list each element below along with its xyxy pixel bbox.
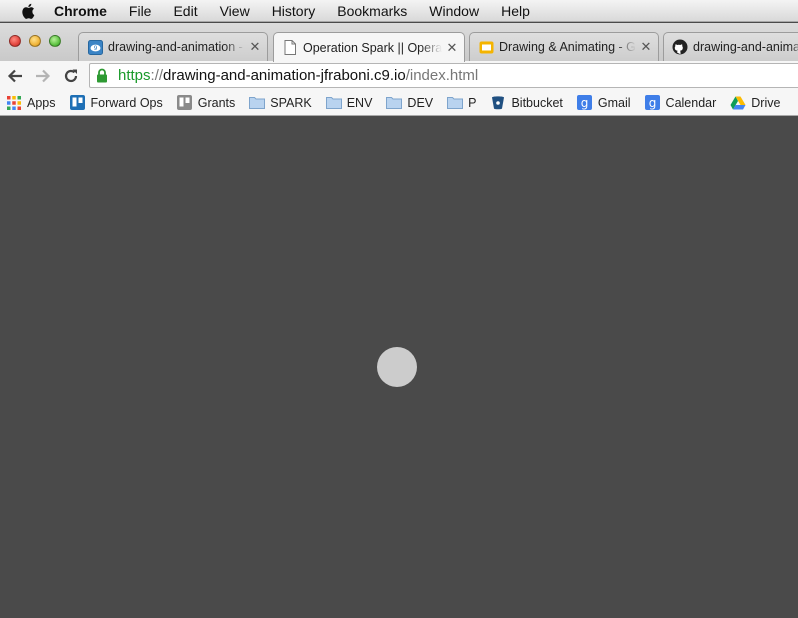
- close-tab-icon[interactable]: ✕: [249, 39, 261, 55]
- animated-ball: [377, 347, 417, 387]
- cloud9-icon: 9: [87, 39, 103, 55]
- url-host: drawing-and-animation-jfraboni.c9.io: [163, 67, 406, 84]
- bookmark-label: Grants: [197, 95, 236, 110]
- folder-icon: [325, 95, 342, 111]
- apps-grid-icon: [6, 95, 22, 111]
- tab-title: drawing-and-animation -: [108, 40, 243, 54]
- close-window-button[interactable]: [9, 35, 21, 47]
- back-button[interactable]: [2, 63, 28, 89]
- bookmark-calendar[interactable]: g Calendar: [639, 95, 725, 111]
- tab-title: Drawing & Animating - Go: [499, 40, 636, 54]
- trello-gray-icon: [177, 95, 193, 111]
- folder-icon: [447, 95, 464, 111]
- forward-button[interactable]: [30, 63, 56, 89]
- bookmark-label: ENV: [346, 95, 373, 110]
- trello-icon: [70, 95, 86, 111]
- bookmark-gmail[interactable]: g Gmail: [571, 95, 639, 111]
- bookmark-label: Calendar: [665, 95, 717, 110]
- bookmark-label: SPARK: [270, 95, 312, 110]
- tab-operation-spark[interactable]: Operation Spark || Operati ✕: [273, 32, 465, 62]
- bookmark-grants[interactable]: Grants: [171, 95, 244, 111]
- page-icon: [282, 40, 298, 56]
- svg-text:g: g: [581, 96, 589, 110]
- bookmark-label: Bitbucket: [511, 95, 563, 110]
- drive-icon: [730, 95, 746, 111]
- close-tab-icon[interactable]: ✕: [446, 40, 458, 56]
- minimize-window-button[interactable]: [29, 35, 41, 47]
- github-icon: [672, 39, 688, 55]
- tab-github[interactable]: drawing-and-animat: [663, 32, 798, 61]
- menu-window[interactable]: Window: [418, 0, 490, 22]
- forward-arrow-icon: [36, 69, 51, 82]
- menu-history[interactable]: History: [261, 0, 327, 22]
- svg-text:9: 9: [93, 45, 97, 52]
- google-icon: g: [577, 95, 593, 111]
- bookmark-bitbucket[interactable]: Bitbucket: [484, 95, 570, 111]
- google-slides-icon: [478, 39, 494, 55]
- menu-app-name[interactable]: Chrome: [54, 0, 118, 22]
- bookmark-label: DEV: [407, 95, 434, 110]
- url-scheme: https: [118, 67, 151, 84]
- tab-strip: 9 drawing-and-animation - ✕ Operation Sp…: [0, 23, 798, 62]
- back-arrow-icon: [7, 69, 22, 82]
- tab-google-slides[interactable]: Drawing & Animating - Go ✕: [469, 32, 659, 61]
- bitbucket-icon: [490, 95, 506, 111]
- menu-view[interactable]: View: [209, 0, 261, 22]
- bookmarks-bar: Apps Forward Ops Grants SPARK ENV DEV P …: [0, 90, 798, 116]
- bookmark-label: Gmail: [597, 95, 631, 110]
- mac-menubar: Chrome File Edit View History Bookmarks …: [0, 0, 798, 22]
- tab-title: Operation Spark || Operati: [303, 40, 442, 55]
- browser-toolbar: https://drawing-and-animation-jfraboni.c…: [0, 61, 798, 90]
- lock-icon[interactable]: [96, 68, 110, 84]
- svg-text:g: g: [649, 96, 657, 110]
- address-bar[interactable]: https://drawing-and-animation-jfraboni.c…: [89, 63, 798, 88]
- url-path: /index.html: [405, 67, 479, 84]
- folder-icon: [249, 95, 266, 111]
- bookmark-label: P: [468, 95, 477, 110]
- reload-icon: [64, 69, 78, 82]
- window-controls: [9, 35, 69, 47]
- tab-cloud9[interactable]: 9 drawing-and-animation - ✕: [78, 32, 268, 61]
- bookmark-forward-ops[interactable]: Forward Ops: [64, 95, 171, 111]
- bookmark-folder-dev[interactable]: DEV: [380, 95, 441, 111]
- bookmark-folder-env[interactable]: ENV: [320, 95, 381, 111]
- bookmark-label: Drive: [751, 95, 781, 110]
- bookmark-folder-spark[interactable]: SPARK: [243, 95, 319, 111]
- close-tab-icon[interactable]: ✕: [640, 39, 652, 55]
- google-icon: g: [645, 95, 661, 111]
- tab-title: drawing-and-animat: [693, 40, 798, 54]
- reload-button[interactable]: [58, 63, 84, 89]
- bookmark-folder-p[interactable]: P: [441, 95, 484, 111]
- folder-icon: [386, 95, 403, 111]
- bookmark-drive[interactable]: Drive: [724, 95, 788, 111]
- zoom-window-button[interactable]: [49, 35, 61, 47]
- menu-help[interactable]: Help: [490, 0, 541, 22]
- bookmark-label: Apps: [27, 95, 56, 110]
- page-canvas[interactable]: [0, 117, 798, 618]
- url-separator: ://: [150, 67, 164, 84]
- bookmark-label: Forward Ops: [90, 95, 163, 110]
- menu-edit[interactable]: Edit: [162, 0, 208, 22]
- menu-file[interactable]: File: [118, 0, 163, 22]
- bookmark-apps[interactable]: Apps: [0, 95, 64, 111]
- menu-bookmarks[interactable]: Bookmarks: [326, 0, 418, 22]
- apple-icon[interactable]: [18, 0, 38, 22]
